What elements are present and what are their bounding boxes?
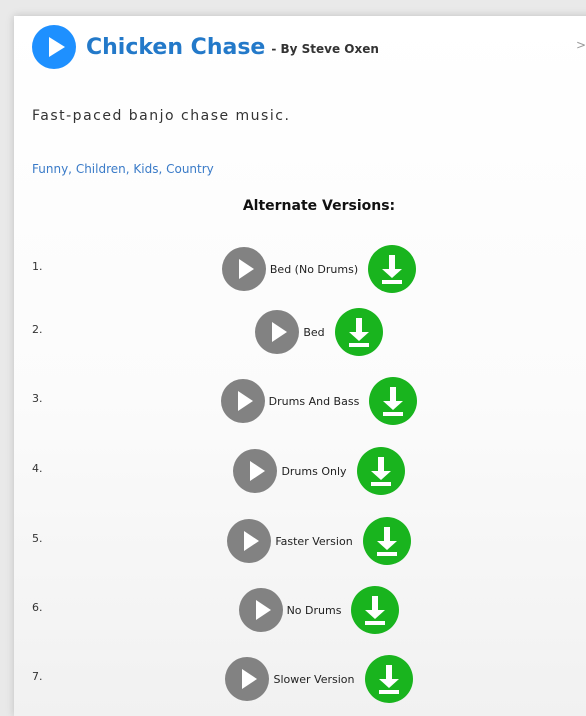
version-label[interactable]: No Drums bbox=[287, 604, 342, 617]
play-icon bbox=[237, 391, 253, 411]
version-controls: Slower Version bbox=[14, 654, 586, 704]
play-icon bbox=[272, 322, 288, 342]
version-play-button[interactable] bbox=[255, 310, 300, 354]
next-arrow[interactable]: > bbox=[576, 38, 586, 52]
track-byline: - By Steve Oxen bbox=[271, 42, 379, 56]
download-icon bbox=[365, 596, 386, 625]
download-icon bbox=[348, 318, 369, 347]
main-play-button[interactable] bbox=[32, 25, 76, 69]
download-icon bbox=[376, 527, 397, 556]
version-download-button[interactable] bbox=[369, 377, 418, 425]
version-controls: Faster Version bbox=[14, 516, 586, 566]
version-label[interactable]: Drums Only bbox=[281, 465, 346, 478]
play-icon bbox=[49, 37, 65, 57]
version-controls: No Drums bbox=[14, 585, 586, 635]
version-play-button[interactable] bbox=[238, 588, 283, 632]
download-icon bbox=[383, 387, 404, 416]
alternate-versions-heading: Alternate Versions: bbox=[242, 198, 396, 214]
version-play-button[interactable] bbox=[225, 657, 270, 701]
tag-funny[interactable]: Funny bbox=[32, 162, 68, 176]
version-controls: Drums Only bbox=[14, 446, 586, 496]
track-title[interactable]: Chicken Chase bbox=[86, 35, 265, 60]
play-icon bbox=[250, 461, 266, 481]
version-controls: Drums And Bass bbox=[14, 376, 586, 426]
version-download-button[interactable] bbox=[356, 447, 405, 495]
version-download-button[interactable] bbox=[362, 517, 411, 565]
version-controls: Bed (No Drums) bbox=[14, 244, 586, 294]
version-play-button[interactable] bbox=[227, 519, 272, 563]
track-header: Chicken Chase - By Steve Oxen bbox=[32, 24, 379, 70]
version-download-button[interactable] bbox=[368, 245, 417, 293]
version-row: 7. Slower Version bbox=[14, 654, 586, 704]
tag-children[interactable]: Children bbox=[76, 162, 126, 176]
version-play-button[interactable] bbox=[221, 247, 266, 291]
download-icon bbox=[370, 457, 391, 486]
version-row: 3. Drums And Bass bbox=[14, 376, 586, 426]
version-label[interactable]: Drums And Bass bbox=[269, 395, 360, 408]
version-download-button[interactable] bbox=[364, 655, 413, 703]
version-play-button[interactable] bbox=[220, 379, 265, 423]
version-row: 4. Drums Only bbox=[14, 446, 586, 496]
version-controls: Bed bbox=[14, 307, 586, 357]
version-row: 5. Faster Version bbox=[14, 516, 586, 566]
version-download-button[interactable] bbox=[351, 586, 400, 634]
version-row: 6. No Drums bbox=[14, 585, 586, 635]
play-icon bbox=[242, 669, 258, 689]
track-tags: Funny, Children, Kids, Country bbox=[32, 162, 214, 176]
version-download-button[interactable] bbox=[334, 308, 383, 356]
version-label[interactable]: Faster Version bbox=[275, 535, 352, 548]
tag-country[interactable]: Country bbox=[166, 162, 214, 176]
track-description: Fast-paced banjo chase music. bbox=[32, 108, 291, 124]
play-icon bbox=[244, 531, 260, 551]
download-icon bbox=[382, 255, 403, 284]
version-row: 2. Bed bbox=[14, 307, 586, 357]
play-icon bbox=[238, 259, 254, 279]
tag-kids[interactable]: Kids bbox=[133, 162, 158, 176]
version-label[interactable]: Bed bbox=[303, 326, 324, 339]
download-icon bbox=[378, 665, 399, 694]
version-row: 1. Bed (No Drums) bbox=[14, 244, 586, 294]
version-play-button[interactable] bbox=[233, 449, 278, 493]
track-card: Chicken Chase - By Steve Oxen > Fast-pac… bbox=[14, 16, 586, 716]
version-label[interactable]: Slower Version bbox=[273, 673, 354, 686]
play-icon bbox=[255, 600, 271, 620]
version-label[interactable]: Bed (No Drums) bbox=[270, 263, 358, 276]
